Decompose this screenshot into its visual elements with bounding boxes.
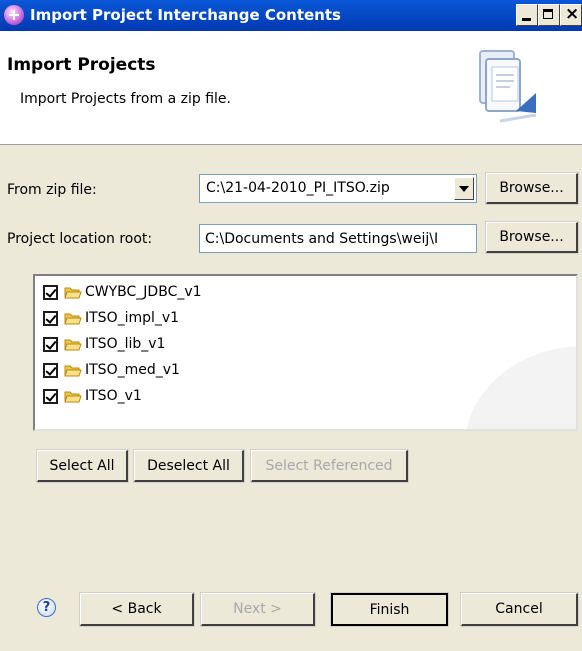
- deselect-all-button[interactable]: Deselect All: [133, 449, 245, 483]
- cancel-button[interactable]: Cancel: [460, 592, 579, 627]
- browse-zip-button[interactable]: Browse...: [485, 172, 579, 205]
- location-root-field[interactable]: [199, 224, 477, 253]
- folder-icon: [64, 339, 82, 351]
- back-button[interactable]: < Back: [79, 592, 195, 627]
- checkbox-checked-icon[interactable]: [43, 389, 58, 404]
- background-swoosh: [465, 346, 576, 429]
- close-icon: ×: [565, 4, 580, 24]
- project-name: ITSO_v1: [85, 388, 142, 404]
- select-all-button[interactable]: Select All: [36, 449, 129, 483]
- maximize-button[interactable]: [538, 4, 560, 26]
- minimize-button[interactable]: [516, 4, 538, 26]
- checkbox-checked-icon[interactable]: [43, 311, 58, 326]
- location-root-label: Project location root:: [7, 231, 153, 247]
- wizard-header: Import Projects Import Projects from a z…: [0, 31, 582, 145]
- checkbox-checked-icon[interactable]: [43, 363, 58, 378]
- zip-file-combo[interactable]: C:\21-04-2010_PI_ITSO.zip: [199, 174, 477, 203]
- zip-file-value: C:\21-04-2010_PI_ITSO.zip: [206, 180, 390, 196]
- import-dialog: Import Project Interchange Contents × Im…: [0, 0, 582, 651]
- location-root-input[interactable]: [200, 226, 475, 251]
- title-bar[interactable]: Import Project Interchange Contents ×: [0, 0, 582, 31]
- browse-root-button[interactable]: Browse...: [485, 221, 579, 254]
- zip-file-label: From zip file:: [7, 182, 97, 198]
- folder-icon: [64, 365, 82, 377]
- select-referenced-button[interactable]: Select Referenced: [250, 449, 409, 483]
- checkbox-checked-icon[interactable]: [43, 337, 58, 352]
- project-name: ITSO_med_v1: [85, 362, 180, 378]
- project-list[interactable]: CWYBC_JDBC_v1 ITSO_impl_v1 ITSO_lib_v1 ITSO…: [33, 274, 578, 431]
- wizard-banner-icon: [479, 50, 537, 123]
- checkbox-checked-icon[interactable]: [43, 285, 58, 300]
- project-name: CWYBC_JDBC_v1: [85, 284, 202, 300]
- project-name: ITSO_impl_v1: [85, 310, 180, 326]
- page-title: Import Projects: [7, 55, 156, 75]
- help-icon[interactable]: ?: [37, 598, 56, 617]
- next-button[interactable]: Next >: [200, 592, 316, 627]
- chevron-down-icon[interactable]: [454, 177, 474, 200]
- folder-icon: [64, 287, 82, 299]
- folder-icon: [64, 391, 82, 403]
- window-title: Import Project Interchange Contents: [30, 6, 341, 24]
- project-name: ITSO_lib_v1: [85, 336, 166, 352]
- app-icon: [4, 5, 24, 25]
- page-description: Import Projects from a zip file.: [20, 91, 231, 107]
- close-button[interactable]: ×: [560, 4, 582, 26]
- folder-icon: [64, 313, 82, 325]
- finish-button[interactable]: Finish: [330, 592, 449, 627]
